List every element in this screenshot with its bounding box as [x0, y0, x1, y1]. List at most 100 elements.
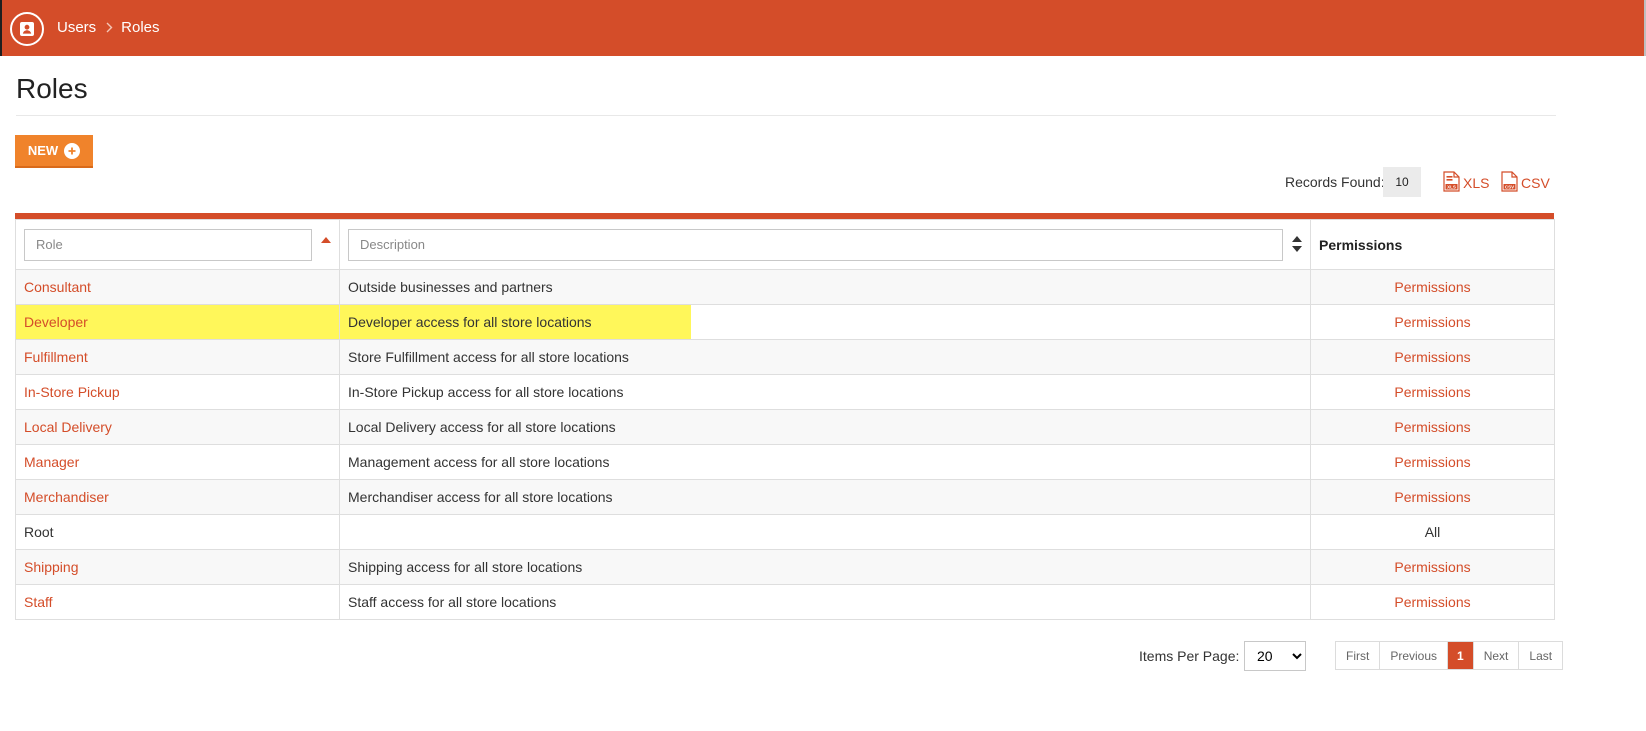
- role-cell[interactable]: Consultant: [15, 269, 340, 305]
- svg-text:CSV: CSV: [1505, 185, 1514, 190]
- description-filter-input[interactable]: [348, 228, 1283, 261]
- description-cell: Local Delivery access for all store loca…: [339, 409, 1311, 445]
- roles-grid: Permissions Consultant Outside businesse…: [15, 213, 1555, 620]
- page-title: Roles: [16, 73, 88, 104]
- sort-both-icon[interactable]: [1292, 236, 1302, 255]
- role-link[interactable]: Local Delivery: [24, 419, 112, 435]
- table-row: Developer Developer access for all store…: [15, 304, 1555, 340]
- role-cell[interactable]: Merchandiser: [15, 479, 340, 515]
- role-cell[interactable]: Local Delivery: [15, 409, 340, 445]
- description-cell: Store Fulfillment access for all store l…: [339, 339, 1311, 375]
- title-divider: [16, 115, 1556, 116]
- pager-previous[interactable]: Previous: [1380, 642, 1449, 669]
- role-cell[interactable]: In-Store Pickup: [15, 374, 340, 410]
- table-row: Fulfillment Store Fulfillment access for…: [15, 339, 1555, 375]
- permissions-cell[interactable]: Permissions: [1310, 584, 1555, 620]
- permissions-cell[interactable]: Permissions: [1310, 479, 1555, 515]
- role-cell[interactable]: Developer: [15, 304, 340, 340]
- description-cell: [339, 514, 1311, 550]
- export-xls-label: XLS: [1463, 175, 1490, 191]
- pager-next[interactable]: Next: [1473, 642, 1520, 669]
- permissions-cell: All: [1310, 514, 1555, 550]
- pagination: First Previous 1 Next Last: [1335, 641, 1564, 670]
- permissions-cell[interactable]: Permissions: [1310, 549, 1555, 585]
- permissions-cell[interactable]: Permissions: [1310, 339, 1555, 375]
- pager-current-page[interactable]: 1: [1448, 642, 1474, 669]
- role-link[interactable]: Shipping: [24, 559, 79, 575]
- export-xls-button[interactable]: XLS XLS: [1443, 171, 1489, 195]
- csv-file-icon: CSV: [1501, 171, 1518, 195]
- user-badge-icon[interactable]: [10, 12, 44, 46]
- table-row: Manager Management access for all store …: [15, 444, 1555, 480]
- role-cell[interactable]: Shipping: [15, 549, 340, 585]
- breadcrumb: Users Roles: [57, 19, 160, 36]
- permissions-link[interactable]: Permissions: [1394, 314, 1470, 330]
- permissions-link[interactable]: Permissions: [1394, 489, 1470, 505]
- svg-text:XLS: XLS: [1447, 185, 1456, 190]
- role-link[interactable]: Developer: [24, 314, 88, 330]
- permissions-cell[interactable]: Permissions: [1310, 269, 1555, 305]
- role-filter-input[interactable]: [24, 228, 312, 261]
- breadcrumb-users[interactable]: Users: [57, 19, 96, 36]
- role-text: Root: [24, 524, 54, 540]
- xls-file-icon: XLS: [1443, 171, 1460, 195]
- role-link[interactable]: Consultant: [24, 279, 91, 295]
- description-cell: Shipping access for all store locations: [339, 549, 1311, 585]
- top-bar: Users Roles: [0, 0, 1646, 56]
- role-link[interactable]: Fulfillment: [24, 349, 88, 365]
- permissions-link[interactable]: Permissions: [1394, 384, 1470, 400]
- table-row: Shipping Shipping access for all store l…: [15, 549, 1555, 585]
- plus-circle-icon: [64, 142, 81, 159]
- table-row: Local Delivery Local Delivery access for…: [15, 409, 1555, 445]
- export-csv-button[interactable]: CSV CSV: [1501, 171, 1550, 195]
- description-cell: Staff access for all store locations: [339, 584, 1311, 620]
- permissions-text: All: [1424, 524, 1441, 540]
- description-cell: Developer access for all store locations: [339, 304, 1311, 340]
- permissions-cell[interactable]: Permissions: [1310, 444, 1555, 480]
- role-cell[interactable]: Staff: [15, 584, 340, 620]
- description-column-header[interactable]: [339, 219, 1311, 270]
- permissions-column-header: Permissions: [1310, 219, 1555, 270]
- permissions-link[interactable]: Permissions: [1394, 454, 1470, 470]
- role-cell[interactable]: Manager: [15, 444, 340, 480]
- records-found-label: Records Found:: [1285, 174, 1385, 190]
- role-cell[interactable]: Fulfillment: [15, 339, 340, 375]
- items-per-page-label: Items Per Page:: [1139, 648, 1240, 664]
- chevron-right-icon: [106, 22, 113, 33]
- description-cell: Merchandiser access for all store locati…: [339, 479, 1311, 515]
- items-per-page-select[interactable]: 20: [1244, 641, 1306, 671]
- pager-last[interactable]: Last: [1519, 642, 1563, 669]
- role-link[interactable]: Merchandiser: [24, 489, 109, 505]
- description-cell: Outside businesses and partners: [339, 269, 1311, 305]
- permissions-link[interactable]: Permissions: [1394, 594, 1470, 610]
- new-role-button[interactable]: NEW: [15, 135, 93, 168]
- records-count: 10: [1383, 167, 1421, 197]
- description-cell: Management access for all store location…: [339, 444, 1311, 480]
- permissions-cell[interactable]: Permissions: [1310, 409, 1555, 445]
- pager-first[interactable]: First: [1336, 642, 1381, 669]
- role-column-header[interactable]: [15, 219, 340, 270]
- table-row: Root All: [15, 514, 1555, 550]
- new-button-label: NEW: [27, 143, 59, 158]
- table-row: In-Store Pickup In-Store Pickup access f…: [15, 374, 1555, 410]
- role-cell: Root: [15, 514, 340, 550]
- permissions-cell[interactable]: Permissions: [1310, 304, 1555, 340]
- permissions-link[interactable]: Permissions: [1394, 419, 1470, 435]
- permissions-link[interactable]: Permissions: [1394, 349, 1470, 365]
- description-cell: In-Store Pickup access for all store loc…: [339, 374, 1311, 410]
- export-csv-label: CSV: [1521, 175, 1550, 191]
- table-row: Merchandiser Merchandiser access for all…: [15, 479, 1555, 515]
- role-link[interactable]: In-Store Pickup: [24, 384, 120, 400]
- table-row: Consultant Outside businesses and partne…: [15, 269, 1555, 305]
- roles-table: Permissions Consultant Outside businesse…: [15, 219, 1555, 620]
- permissions-link[interactable]: Permissions: [1394, 279, 1470, 295]
- sort-ascending-icon[interactable]: [321, 230, 331, 246]
- table-row: Staff Staff access for all store locatio…: [15, 584, 1555, 620]
- window-edge-left: [0, 0, 2, 56]
- role-link[interactable]: Manager: [24, 454, 79, 470]
- breadcrumb-roles: Roles: [121, 19, 160, 36]
- permissions-link[interactable]: Permissions: [1394, 559, 1470, 575]
- table-header-row: Permissions: [15, 219, 1555, 270]
- role-link[interactable]: Staff: [24, 594, 53, 610]
- permissions-cell[interactable]: Permissions: [1310, 374, 1555, 410]
